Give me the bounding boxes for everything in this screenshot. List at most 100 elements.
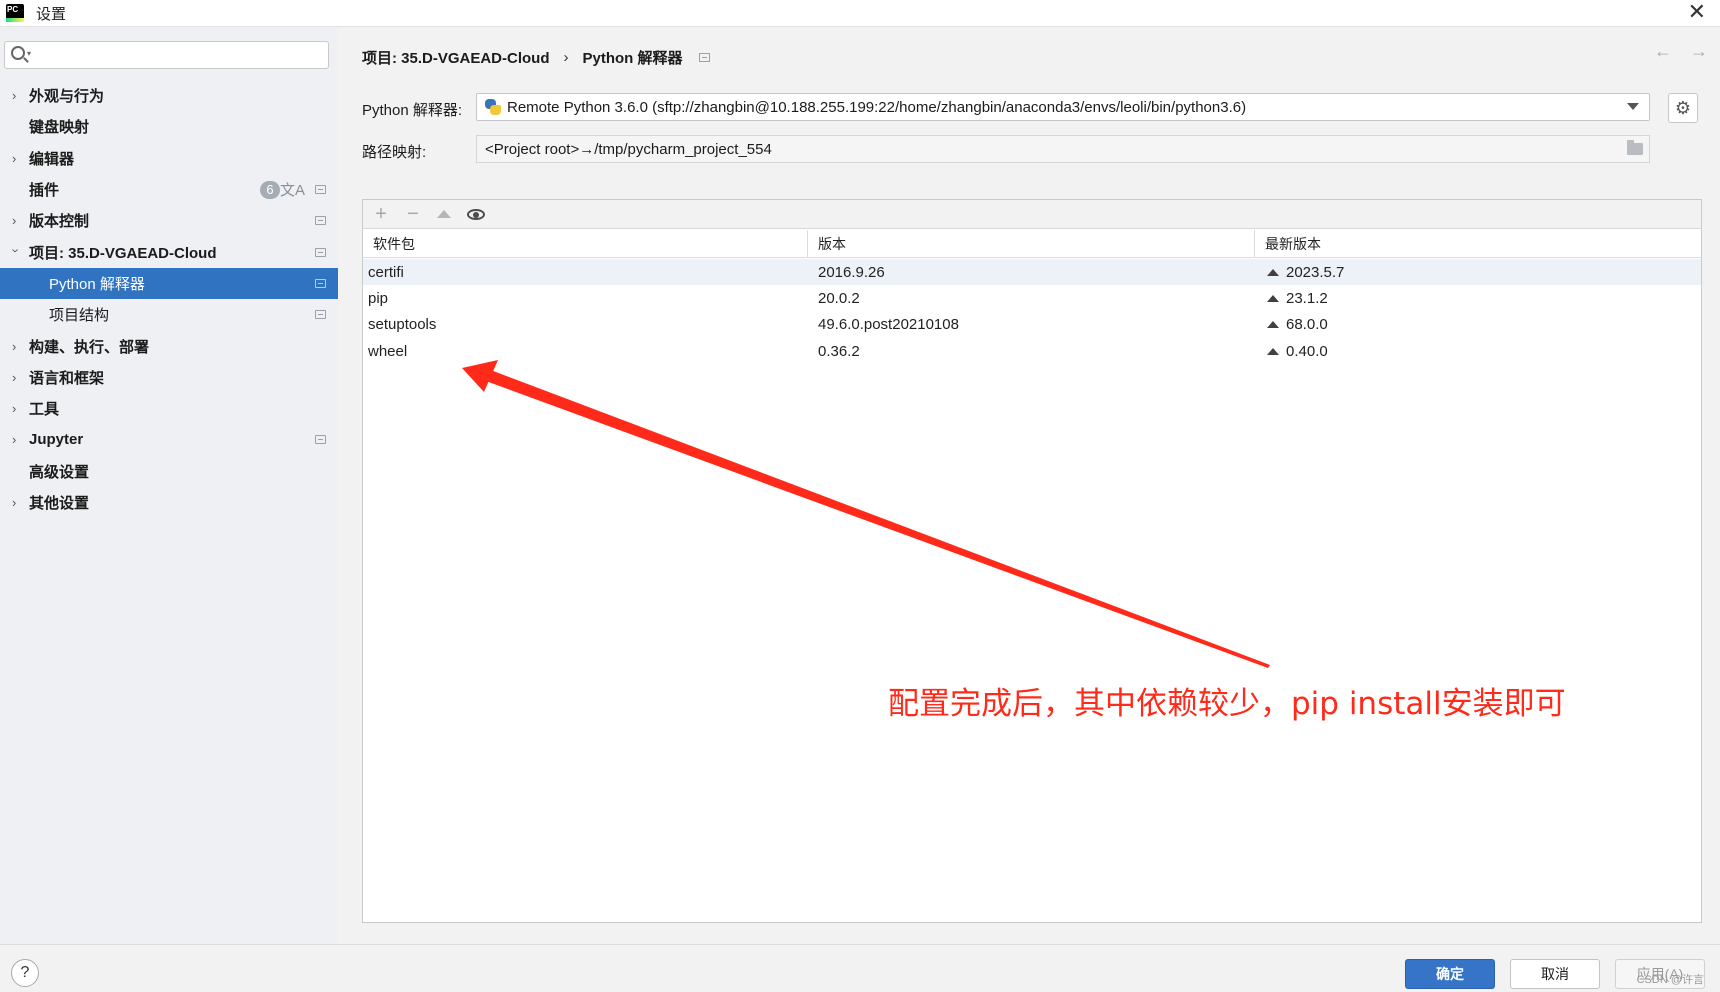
packages-toolbar: + −	[363, 200, 1701, 229]
watermark: CSDN @许言	[1636, 974, 1704, 986]
package-version: 20.0.2	[818, 289, 860, 307]
breadcrumb-separator: ›	[563, 49, 569, 66]
annotation-text: 配置完成后，其中依赖较少，pip install安装即可	[888, 686, 1566, 722]
sidebar-item-label: 构建、执行、部署	[29, 338, 150, 356]
gear-icon: ⚙	[1674, 97, 1692, 118]
chevron-right-icon[interactable]: ›	[12, 432, 20, 447]
settings-nav-tree: › 外观与行为 键盘映射 › 编辑器 插件 6 文A › 版本控制 › 项目: …	[0, 80, 338, 518]
sidebar-item-version-control[interactable]: › 版本控制	[0, 205, 338, 236]
sidebar-item-editor[interactable]: › 编辑器	[0, 143, 338, 174]
package-name: wheel	[368, 342, 408, 360]
sidebar-item-label: 插件	[29, 182, 60, 200]
forward-arrow-icon[interactable]: →	[1690, 41, 1708, 62]
search-options-caret-icon[interactable]: ▾	[27, 49, 31, 58]
column-header-version[interactable]: 版本	[808, 230, 1255, 258]
chevron-right-icon[interactable]: ›	[12, 495, 20, 510]
table-row[interactable]: pip 20.0.2 23.1.2	[363, 285, 1701, 311]
sidebar-item-appearance[interactable]: › 外观与行为	[0, 80, 338, 111]
sidebar-item-label: 其他设置	[29, 495, 90, 512]
project-scope-icon	[315, 185, 326, 195]
table-row[interactable]: wheel 0.36.2 0.40.0	[363, 338, 1701, 364]
sidebar-item-label: Jupyter	[29, 431, 84, 449]
table-row[interactable]: certifi 2016.9.26 2023.5.7	[363, 259, 1701, 286]
project-scope-icon	[315, 247, 326, 257]
table-row[interactable]: setuptools 49.6.0.post20210108 68.0.0	[363, 312, 1701, 338]
sidebar-item-label: 高级设置	[29, 463, 90, 481]
close-icon[interactable]: ✕	[1688, 0, 1706, 24]
upgrade-available-icon	[1267, 347, 1279, 355]
package-latest-version: 23.1.2	[1286, 289, 1328, 307]
column-header-package[interactable]: 软件包	[363, 230, 808, 258]
sidebar-item-project-structure[interactable]: 项目结构	[0, 299, 338, 330]
sidebar-item-label: 版本控制	[29, 213, 90, 231]
ok-button[interactable]: 确定	[1405, 959, 1495, 989]
package-version: 2016.9.26	[818, 263, 885, 281]
chevron-right-icon[interactable]: ›	[12, 151, 20, 166]
sidebar-item-python-interpreter[interactable]: Python 解释器	[0, 267, 338, 300]
chevron-down-icon[interactable]: ›	[9, 248, 24, 256]
package-version: 0.36.2	[818, 342, 860, 360]
interpreter-settings-button[interactable]: ⚙	[1668, 93, 1698, 123]
path-mapping-label: 路径映射:	[362, 144, 427, 161]
sidebar-item-build-execution-deployment[interactable]: › 构建、执行、部署	[0, 330, 338, 361]
sidebar-item-other-settings[interactable]: › 其他设置	[0, 487, 338, 518]
sidebar-item-label: 工具	[29, 401, 60, 419]
chevron-right-icon[interactable]: ›	[12, 401, 20, 416]
project-scope-icon	[315, 435, 326, 445]
chevron-right-icon[interactable]: ›	[12, 213, 20, 228]
package-name: certifi	[368, 263, 404, 281]
translate-icon: 文A	[279, 182, 305, 200]
chevron-right-icon[interactable]: ›	[12, 339, 20, 354]
history-nav: ← →	[1654, 41, 1708, 62]
chevron-right-icon[interactable]: ›	[12, 88, 20, 103]
sidebar-item-label: 语言和框架	[29, 369, 105, 387]
package-latest-version: 0.40.0	[1286, 342, 1328, 360]
interpreter-label: Python 解释器:	[362, 102, 463, 119]
interpreter-select[interactable]: Remote Python 3.6.0 (sftp://zhangbin@10.…	[476, 93, 1650, 121]
sidebar-item-languages-frameworks[interactable]: › 语言和框架	[0, 362, 338, 393]
app-icon-text: PC	[7, 5, 19, 14]
title-bar: PC 设置 ✕	[0, 0, 1720, 27]
sidebar-item-jupyter[interactable]: › Jupyter	[0, 424, 338, 455]
add-package-icon[interactable]: +	[373, 204, 389, 224]
sidebar-item-label: 项目结构	[49, 307, 110, 325]
path-mapping-field[interactable]: <Project root>→/tmp/pycharm_project_554	[476, 135, 1650, 163]
sidebar-item-label: 外观与行为	[29, 88, 105, 106]
package-version: 49.6.0.post20210108	[818, 316, 959, 334]
settings-search-input[interactable]: ▾	[4, 41, 329, 69]
interpreter-value: Remote Python 3.6.0 (sftp://zhangbin@10.…	[507, 98, 1247, 116]
search-icon	[11, 46, 25, 60]
package-name: pip	[368, 289, 389, 307]
show-early-releases-eye-icon[interactable]	[467, 208, 485, 220]
sidebar-item-keymap[interactable]: 键盘映射	[0, 111, 338, 142]
upgrade-available-icon	[1267, 268, 1279, 276]
dialog-footer: ? 确定 取消 应用(A) CSDN @许言	[0, 944, 1720, 992]
packages-panel: + − 软件包 版本 最新版本 certifi 2016.9.26 2023.5…	[362, 199, 1702, 923]
upgrade-package-icon[interactable]	[437, 210, 451, 218]
upgrade-available-icon	[1267, 321, 1279, 329]
settings-sidebar: ▾ › 外观与行为 键盘映射 › 编辑器 插件 6 文A › 版本控制 › 项目…	[0, 27, 338, 944]
breadcrumb-page: Python 解释器	[582, 50, 683, 67]
sidebar-item-plugins[interactable]: 插件 6 文A	[0, 174, 338, 205]
dropdown-arrow-icon[interactable]	[1627, 103, 1639, 110]
packages-table-header: 软件包 版本 最新版本	[363, 230, 1701, 258]
breadcrumb: 项目: 35.D-VGAEAD-Cloud › Python 解释器	[362, 47, 710, 68]
sidebar-item-project[interactable]: › 项目: 35.D-VGAEAD-Cloud	[0, 236, 338, 267]
path-mapping-value: <Project root>→/tmp/pycharm_project_554	[485, 140, 772, 158]
remove-package-icon[interactable]: −	[405, 204, 421, 224]
sidebar-item-label: 编辑器	[29, 150, 75, 168]
sidebar-item-advanced-settings[interactable]: 高级设置	[0, 456, 338, 487]
package-name: setuptools	[368, 316, 437, 334]
column-header-latest-version[interactable]: 最新版本	[1255, 230, 1701, 258]
sidebar-item-tools[interactable]: › 工具	[0, 393, 338, 424]
chevron-right-icon[interactable]: ›	[12, 370, 20, 385]
sidebar-item-label: 键盘映射	[29, 119, 90, 137]
breadcrumb-project[interactable]: 项目: 35.D-VGAEAD-Cloud	[362, 47, 550, 68]
cancel-button[interactable]: 取消	[1510, 959, 1600, 989]
package-latest-version: 68.0.0	[1286, 316, 1328, 334]
back-arrow-icon[interactable]: ←	[1654, 41, 1672, 62]
project-scope-icon	[315, 278, 326, 288]
folder-icon[interactable]	[1627, 140, 1643, 155]
packages-table-body: certifi 2016.9.26 2023.5.7 pip 20.0.2 23…	[363, 259, 1701, 364]
help-button[interactable]: ?	[11, 959, 39, 987]
